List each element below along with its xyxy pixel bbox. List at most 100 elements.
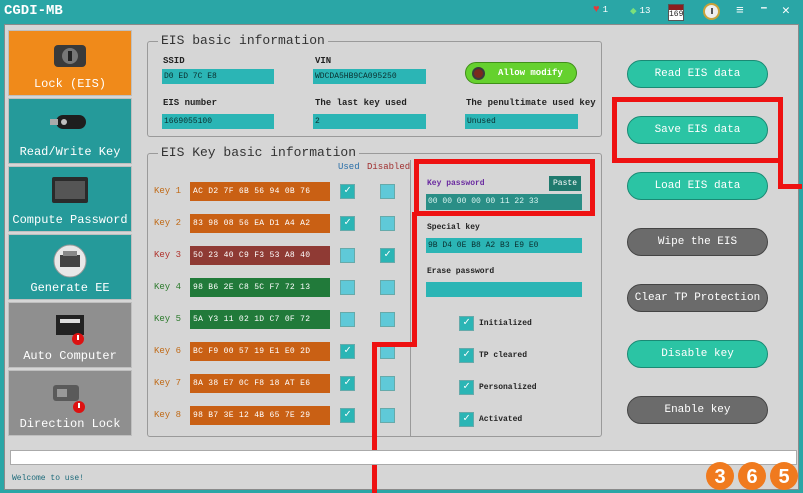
minimize-icon[interactable]: – <box>760 0 768 15</box>
gem-icon: ◆ <box>630 6 637 18</box>
sidebar-item-direction-lock[interactable]: Direction Lock <box>8 370 132 436</box>
sidebar-item-compute-password[interactable]: Compute Password <box>8 166 132 232</box>
vin-field[interactable]: WDCDA5HB9CA095250 <box>313 69 426 84</box>
check-icon: ✓ <box>344 217 351 229</box>
sidebar-item-label: Auto Computer <box>23 349 117 363</box>
personalized-label: Personalized <box>479 383 537 392</box>
key-1-value[interactable]: AC D2 7F 6B 56 94 0B 76 <box>190 182 330 201</box>
ecu-icon <box>56 315 84 345</box>
annotation-line <box>372 342 377 493</box>
key-4-used-checkbox[interactable] <box>340 280 355 295</box>
special-key-field[interactable]: 9B D4 0E B8 A2 B3 E9 E0 <box>426 238 582 253</box>
allow-modify-toggle[interactable]: Allow modify <box>465 62 577 84</box>
key-8-label: Key 8 <box>154 410 182 420</box>
key-4-value[interactable]: 98 B6 2E C8 5C F7 72 13 <box>190 278 330 297</box>
tp-cleared-label: TP cleared <box>479 351 528 360</box>
load-eis-data-button[interactable]: Load EIS data <box>627 172 768 200</box>
check-icon: ✓ <box>344 345 351 357</box>
printer-icon <box>53 244 87 278</box>
activated-checkbox[interactable]: ✓ <box>459 412 474 427</box>
close-icon[interactable]: ✕ <box>782 3 790 18</box>
tp-cleared-checkbox[interactable]: ✓ <box>459 348 474 363</box>
sidebar-item-label: Read/Write Key <box>19 145 121 159</box>
key-8-used-checkbox[interactable]: ✓ <box>340 408 355 423</box>
key-6-value[interactable]: BC F9 00 57 19 E1 E0 2D <box>190 342 330 361</box>
enable-key-button[interactable]: Enable key <box>627 396 768 424</box>
activated-label: Activated <box>479 415 523 424</box>
key-7-label: Key 7 <box>154 378 182 388</box>
eis-number-field[interactable]: 1669055100 <box>162 114 274 129</box>
annotation-box-key-password <box>414 159 595 216</box>
gem-count: 13 <box>639 6 651 16</box>
annotation-line <box>778 184 802 189</box>
sidebar-item-lock-eis[interactable]: Lock (EIS) <box>8 30 132 96</box>
svg-text:6: 6 <box>746 466 757 488</box>
key-7-value[interactable]: 8A 38 E7 0C F8 18 AT E6 <box>190 374 330 393</box>
key-3-disabled-checkbox[interactable]: ✓ <box>380 248 395 263</box>
disable-key-button[interactable]: Disable key <box>627 340 768 368</box>
status-message: Welcome to use! <box>12 474 85 483</box>
check-icon: ✓ <box>463 349 470 361</box>
last-key-field[interactable]: 2 <box>313 114 426 129</box>
menu-icon[interactable]: ≡ <box>736 3 744 18</box>
key-info-title: EIS Key basic information <box>158 145 360 160</box>
key-3-value[interactable]: 5O 23 40 C9 F3 53 A8 40 <box>190 246 330 265</box>
key-5-disabled-checkbox[interactable] <box>380 312 395 327</box>
annotation-line <box>372 342 417 347</box>
ssid-field[interactable]: D0 ED 7C E8 <box>162 69 274 84</box>
key-3-label: Key 3 <box>154 250 182 260</box>
check-icon: ✓ <box>344 185 351 197</box>
key-1-disabled-checkbox[interactable] <box>380 184 395 199</box>
calendar-icon[interactable]: 169 <box>668 4 684 21</box>
key-2-value[interactable]: 83 98 08 56 EA D1 A4 A2 <box>190 214 330 233</box>
progress-bar <box>10 450 797 465</box>
heart-counter: ♥ 1 <box>593 4 608 16</box>
key-8-value[interactable]: 98 B7 3E 12 4B 65 7E 29 <box>190 406 330 425</box>
ignition-lock-icon <box>54 45 86 67</box>
key-8-disabled-checkbox[interactable] <box>380 408 395 423</box>
key-3-used-checkbox[interactable] <box>340 248 355 263</box>
disabled-column-header: Disabled <box>367 162 411 172</box>
gem-counter: ◆ 13 <box>630 4 650 18</box>
app-title: CGDI-MB <box>4 3 63 19</box>
key-6-used-checkbox[interactable]: ✓ <box>340 344 355 359</box>
sidebar-item-read-write-key[interactable]: Read/Write Key <box>8 98 132 164</box>
key-2-used-checkbox[interactable]: ✓ <box>340 216 355 231</box>
key-7-used-checkbox[interactable]: ✓ <box>340 376 355 391</box>
svg-text:3: 3 <box>714 466 725 488</box>
key-5-value[interactable]: 5A Y3 11 02 1D C7 0F 72 <box>190 310 330 329</box>
check-icon: ✓ <box>463 317 470 329</box>
sidebar-item-auto-computer[interactable]: Auto Computer <box>8 302 132 368</box>
title-bar: CGDI-MB ♥ 1 ◆ 13 169 ≡ – ✕ <box>0 0 803 24</box>
key-1-label: Key 1 <box>154 186 182 196</box>
erase-password-field[interactable] <box>426 282 582 297</box>
initialized-checkbox[interactable]: ✓ <box>459 316 474 331</box>
wipe-eis-button[interactable]: Wipe the EIS <box>627 228 768 256</box>
key-2-disabled-checkbox[interactable] <box>380 216 395 231</box>
sidebar-item-label: Direction Lock <box>19 417 121 431</box>
clock-icon[interactable] <box>703 3 720 20</box>
penultimate-key-label: The penultimate used key <box>466 98 596 108</box>
key-5-used-checkbox[interactable] <box>340 312 355 327</box>
vin-label: VIN <box>315 56 332 66</box>
key-2-label: Key 2 <box>154 218 182 228</box>
sidebar-item-generate-ee[interactable]: Generate EE <box>8 234 132 300</box>
check-icon: ✓ <box>463 381 470 393</box>
annotation-box-save-eis <box>612 97 783 163</box>
penultimate-key-field[interactable]: Unused <box>465 114 578 129</box>
key-1-used-checkbox[interactable]: ✓ <box>340 184 355 199</box>
personalized-checkbox[interactable]: ✓ <box>459 380 474 395</box>
key-7-disabled-checkbox[interactable] <box>380 376 395 391</box>
read-eis-data-button[interactable]: Read EIS data <box>627 60 768 88</box>
allow-modify-label: Allow modify <box>498 68 563 78</box>
eis-number-label: EIS number <box>163 98 218 108</box>
key-4-disabled-checkbox[interactable] <box>380 280 395 295</box>
ssid-label: SSID <box>163 56 185 66</box>
key-4-label: Key 4 <box>154 282 182 292</box>
keyboard-icon <box>52 177 88 203</box>
calendar-day: 169 <box>669 10 684 19</box>
initialized-label: Initialized <box>479 319 532 328</box>
clear-tp-protection-button[interactable]: Clear TP Protection <box>627 284 768 312</box>
key-6-label: Key 6 <box>154 346 182 356</box>
check-icon: ✓ <box>344 409 351 421</box>
